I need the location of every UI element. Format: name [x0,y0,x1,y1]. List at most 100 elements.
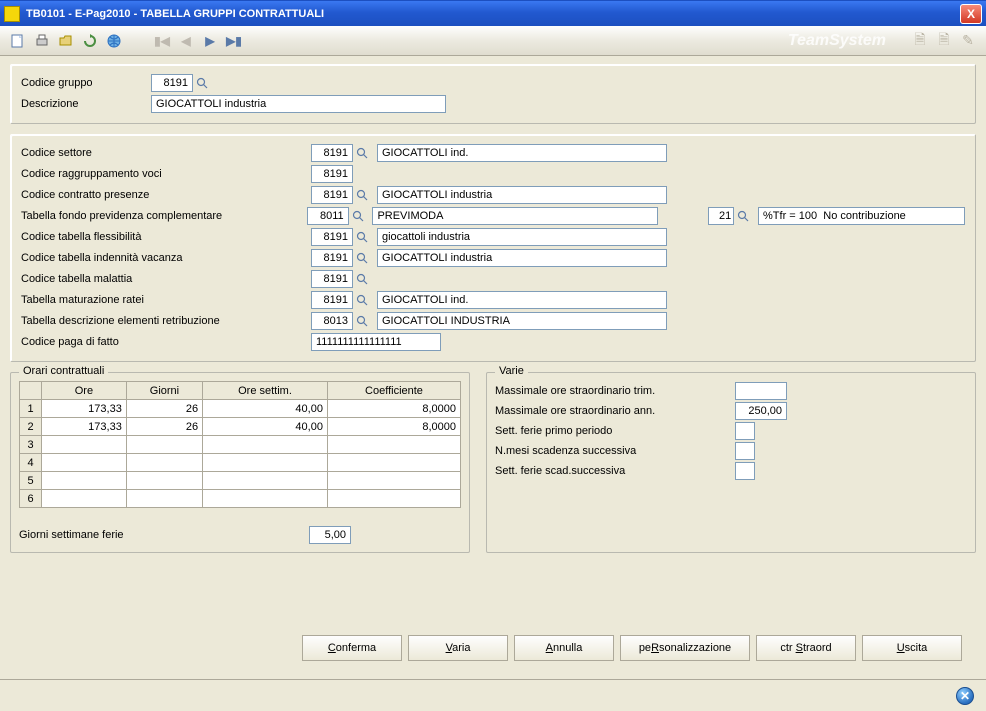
field-label: Tabella descrizione elementi retribuzion… [21,315,311,327]
table-cell[interactable]: 26 [126,400,202,418]
orari-table: OreGiorniOre settim.Coefficiente 1173,33… [19,381,461,508]
field-desc-input[interactable] [377,249,667,267]
field-code-input data-interactable= [307,207,349,225]
lookup-icon[interactable] [195,76,209,90]
field-label: Tabella fondo previdenza complementare [21,210,307,222]
toolbar-open-icon[interactable] [56,31,76,51]
nav-next-icon[interactable]: ▶ [200,31,220,51]
table-cell[interactable] [327,490,460,508]
table-cell[interactable] [203,472,328,490]
field-row: Codice tabella malattia [21,269,965,289]
lookup-icon[interactable] [355,251,369,265]
field-label: Codice tabella indennità vacanza [21,252,311,264]
table-header [20,382,42,400]
row-header: 2 [20,418,42,436]
table-row[interactable]: 5 [20,472,461,490]
field-desc-input[interactable] [377,291,667,309]
table-row[interactable]: 3 [20,436,461,454]
field-label: Tabella maturazione ratei [21,294,311,306]
personalizzazione-button[interactable]: peRsonalizzazione [620,635,750,661]
table-cell[interactable]: 40,00 [203,400,328,418]
field-desc-input[interactable] [377,186,667,204]
lookup-icon[interactable] [355,293,369,307]
field-code-input data-interactable= [311,291,353,309]
table-cell[interactable]: 8,0000 [327,400,460,418]
field-desc-input[interactable] [372,207,658,225]
ctr-straord-button[interactable]: ctr Straord [756,635,856,661]
toolbar-right-1-icon[interactable]: 🗎 [910,31,930,51]
field-row: Tabella descrizione elementi retribuzion… [21,311,965,331]
varie-row: Sett. ferie primo periodo [495,421,967,441]
varie-input[interactable] [735,382,787,400]
table-cell[interactable] [327,436,460,454]
row-header: 4 [20,454,42,472]
varie-input[interactable] [735,422,755,440]
uscita-button[interactable]: Uscita [862,635,962,661]
lookup-icon[interactable] [355,314,369,328]
toolbar-refresh-icon[interactable] [80,31,100,51]
table-row[interactable]: 6 [20,490,461,508]
toolbar-right-2-icon[interactable]: 🗎 [934,31,954,51]
table-row[interactable]: 1173,332640,008,0000 [20,400,461,418]
nav-last-icon[interactable]: ▶▮ [224,31,244,51]
close-button[interactable]: X [960,4,982,24]
table-cell[interactable] [203,454,328,472]
table-cell[interactable] [203,490,328,508]
table-cell[interactable] [42,436,127,454]
table-cell[interactable] [327,472,460,490]
field-code-input data-interactable= [311,312,353,330]
toolbar: ▮◀ ◀ ▶ ▶▮ TeamSystem 🗎 🗎 ✎ [0,26,986,56]
field-row: Codice raggruppamento voci [21,164,965,184]
table-cell[interactable] [126,490,202,508]
table-cell[interactable] [126,454,202,472]
extra-desc-input[interactable] [758,207,965,225]
table-cell[interactable] [126,472,202,490]
field-code-input data-interactable= [311,186,353,204]
giorni-sett-input[interactable] [309,526,351,544]
table-cell[interactable]: 173,33 [42,400,127,418]
table-cell[interactable]: 173,33 [42,418,127,436]
table-cell[interactable] [126,436,202,454]
table-header: Ore [42,382,127,400]
button-row: Conferma Varia Annulla peRsonalizzazione… [0,635,986,661]
descrizione-input[interactable] [151,95,446,113]
lookup-icon[interactable] [355,146,369,160]
varie-input[interactable] [735,442,755,460]
field-desc-input[interactable] [377,312,667,330]
toolbar-globe-icon[interactable] [104,31,124,51]
field-code-input data-interactable= [311,249,353,267]
table-cell[interactable] [327,454,460,472]
lookup-icon[interactable] [355,188,369,202]
table-cell[interactable] [42,454,127,472]
nav-prev-icon[interactable]: ◀ [176,31,196,51]
annulla-button[interactable]: Annulla [514,635,614,661]
lookup-icon[interactable] [355,230,369,244]
varia-button[interactable]: Varia [408,635,508,661]
table-row[interactable]: 4 [20,454,461,472]
varie-label: Massimale ore straordinario trim. [495,385,735,397]
conferma-button[interactable]: Conferma [302,635,402,661]
table-cell[interactable]: 26 [126,418,202,436]
varie-input[interactable] [735,462,755,480]
codice-paga-input[interactable] [311,333,441,351]
extra-code-input[interactable] [708,207,734,225]
status-info-icon[interactable]: ✕ [956,687,974,705]
codice-gruppo-input[interactable] [151,74,193,92]
table-cell[interactable]: 40,00 [203,418,328,436]
table-cell[interactable] [42,490,127,508]
varie-input[interactable] [735,402,787,420]
lookup-icon[interactable] [736,209,750,223]
field-desc-input[interactable] [377,144,667,162]
nav-first-icon[interactable]: ▮◀ [152,31,172,51]
toolbar-new-icon[interactable] [8,31,28,51]
table-row[interactable]: 2173,332640,008,0000 [20,418,461,436]
toolbar-right-3-icon[interactable]: ✎ [958,31,978,51]
table-cell[interactable] [42,472,127,490]
table-cell[interactable]: 8,0000 [327,418,460,436]
lookup-icon[interactable] [351,209,365,223]
toolbar-print-icon[interactable] [32,31,52,51]
lookup-icon[interactable] [355,272,369,286]
varie-label: Sett. ferie scad.successiva [495,465,735,477]
field-desc-input[interactable] [377,228,667,246]
table-cell[interactable] [203,436,328,454]
